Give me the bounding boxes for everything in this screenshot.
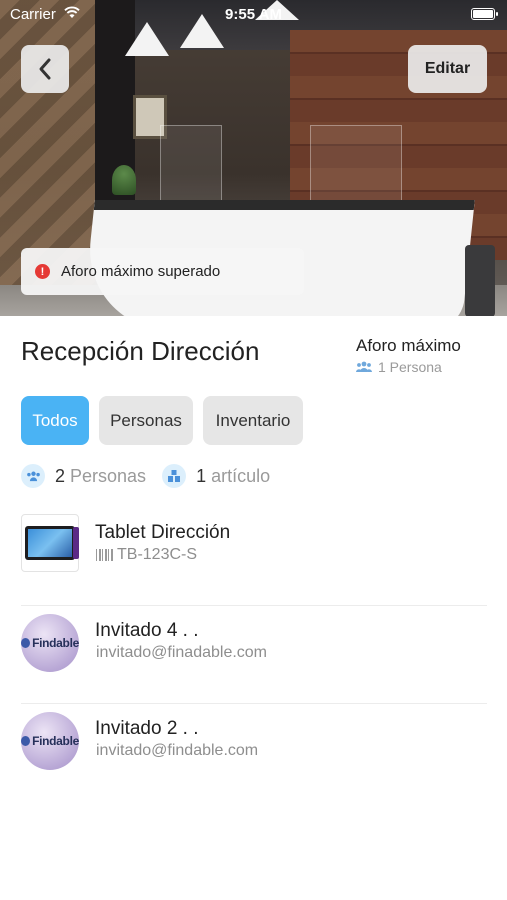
summary-counts: 2 Personas 1 artículo — [21, 464, 270, 488]
status-bar: Carrier 9:55 AM — [0, 0, 507, 28]
box-icon — [162, 464, 187, 488]
asset-thumbnail — [21, 514, 79, 572]
avatar: Findable — [21, 712, 79, 770]
chevron-left-icon — [39, 58, 51, 80]
capacity-value-row: 1 Persona — [356, 359, 461, 375]
edit-button[interactable]: Editar — [408, 45, 487, 93]
barcode-icon — [96, 549, 113, 561]
photo-bin — [465, 245, 495, 316]
findable-logo-icon — [21, 638, 31, 648]
capacity-alert: ! Aforo máximo superado — [21, 248, 304, 295]
clock: 9:55 AM — [225, 6, 282, 23]
photo-plant — [112, 165, 136, 195]
battery-icon — [471, 8, 498, 20]
avatar-text: Findable — [32, 734, 79, 748]
item-name: Tablet Dirección — [95, 522, 231, 543]
avatar-text: Findable — [32, 636, 79, 650]
list-item[interactable]: Findable Invitado 4 . . invitado@finadab… — [21, 606, 487, 704]
tab-inventario[interactable]: Inventario — [203, 396, 303, 445]
people-icon — [356, 361, 372, 372]
item-code: TB-123C-S — [117, 546, 198, 563]
capacity-value: 1 Persona — [378, 359, 442, 375]
capacity-info: Aforo máximo 1 Persona — [356, 336, 461, 375]
people-count-label: Personas — [70, 465, 147, 486]
person-email: invitado@finadable.com — [96, 644, 268, 661]
list-item[interactable]: Tablet Dirección TB-123C-S — [21, 508, 487, 606]
filter-tabs: Todos Personas Inventario — [21, 396, 303, 445]
items-count-label: artículo — [211, 465, 271, 486]
item-code-row: TB-123C-S — [96, 546, 197, 564]
capacity-label: Aforo máximo — [356, 336, 461, 355]
person-email: invitado@findable.com — [96, 742, 259, 759]
back-button[interactable] — [21, 45, 69, 93]
list-item[interactable]: Findable Invitado 2 . . invitado@findabl… — [21, 704, 487, 802]
people-icon — [21, 464, 45, 488]
avatar: Findable — [21, 614, 79, 672]
tablet-icon — [25, 526, 79, 560]
people-count: 2 — [55, 465, 66, 486]
items-count: 1 — [196, 465, 207, 486]
person-name: Invitado 4 . . — [95, 620, 199, 641]
tab-personas[interactable]: Personas — [99, 396, 193, 445]
person-name: Invitado 2 . . — [95, 718, 199, 739]
tab-todos[interactable]: Todos — [21, 396, 89, 445]
alert-circle-icon: ! — [35, 264, 50, 279]
occupant-list: Tablet Dirección TB-123C-S Findable Invi… — [21, 508, 487, 802]
alert-text: Aforo máximo superado — [61, 263, 221, 280]
findable-logo-icon — [21, 736, 31, 746]
page-title: Recepción Dirección — [21, 336, 260, 366]
